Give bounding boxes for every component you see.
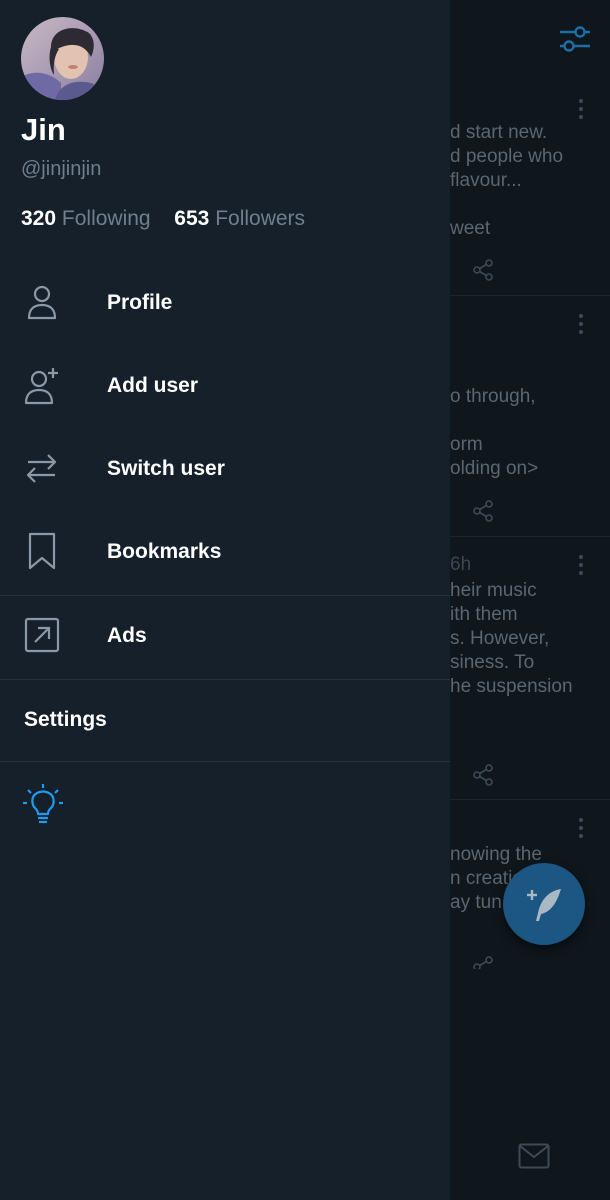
following-link[interactable]: 320 Following [21, 207, 156, 230]
tweet-text: s. However, [450, 628, 550, 649]
more-options-icon[interactable] [578, 818, 584, 840]
menu-item-settings[interactable]: Settings [0, 680, 450, 761]
tweet-text: olding on> [450, 458, 539, 479]
menu-item-bookmarks[interactable]: Bookmarks [0, 512, 450, 595]
tweet-text: heir music [450, 580, 537, 601]
tweet-text: weet [450, 218, 491, 239]
compose-tweet-button[interactable] [503, 863, 585, 945]
tweet-text: he suspension [450, 676, 573, 697]
menu-item-profile[interactable]: Profile [0, 263, 450, 346]
navigation-drawer: Jin @jinjinjin 320 Following 653 Followe… [0, 0, 450, 1200]
tweet-text: orm [450, 434, 483, 455]
follow-stats: 320 Following 653 Followers [21, 207, 305, 231]
share-icon[interactable] [471, 955, 495, 969]
followers-count: 653 [174, 207, 210, 230]
bookmark-icon [28, 532, 56, 570]
external-arrow-icon [24, 617, 60, 653]
person-icon [27, 285, 57, 320]
menu-divider [0, 761, 450, 762]
profile-handle: @jinjinjin [21, 158, 102, 180]
avatar[interactable] [21, 17, 104, 100]
menu-item-label: Settings [24, 708, 107, 731]
more-options-icon[interactable] [578, 99, 584, 121]
sliders-icon[interactable] [558, 22, 592, 56]
menu-item-label: Ads [107, 624, 147, 647]
lightbulb-icon[interactable] [22, 783, 64, 827]
tweet-text: ith them [450, 604, 518, 625]
tweet-timestamp: 6h [450, 554, 472, 575]
menu-item-label: Add user [107, 374, 199, 397]
tweet-text: siness. To [450, 652, 535, 673]
menu-item-ads[interactable]: Ads [0, 596, 450, 679]
share-icon[interactable] [471, 763, 495, 787]
followers-link[interactable]: 653 Followers [174, 207, 305, 230]
following-count: 320 [21, 207, 57, 230]
share-icon[interactable] [471, 499, 495, 523]
tweet-text: d start new. [450, 122, 548, 143]
compose-feather-icon [527, 889, 561, 921]
more-options-icon[interactable] [578, 314, 584, 336]
tweet-text: flavour... [450, 170, 522, 191]
more-options-icon[interactable] [578, 555, 584, 577]
profile-name[interactable]: Jin [21, 112, 66, 148]
add-user-icon [24, 368, 58, 405]
tweet-text: d people who [450, 146, 564, 167]
menu-item-switch-user[interactable]: Switch user [0, 429, 450, 512]
menu-item-label: Bookmarks [107, 540, 222, 563]
mail-icon[interactable] [518, 1143, 550, 1169]
share-icon[interactable] [471, 258, 495, 282]
tweet-text: ay tun [450, 892, 502, 913]
tweet-text: o through, [450, 386, 536, 407]
followers-label: Followers [215, 207, 306, 230]
following-label: Following [61, 207, 151, 230]
menu-item-label: Switch user [107, 457, 225, 480]
switch-arrows-icon [26, 454, 57, 483]
menu-item-add-user[interactable]: Add user [0, 346, 450, 429]
tweet-text: nowing the [450, 844, 542, 865]
menu-item-label: Profile [107, 291, 173, 314]
